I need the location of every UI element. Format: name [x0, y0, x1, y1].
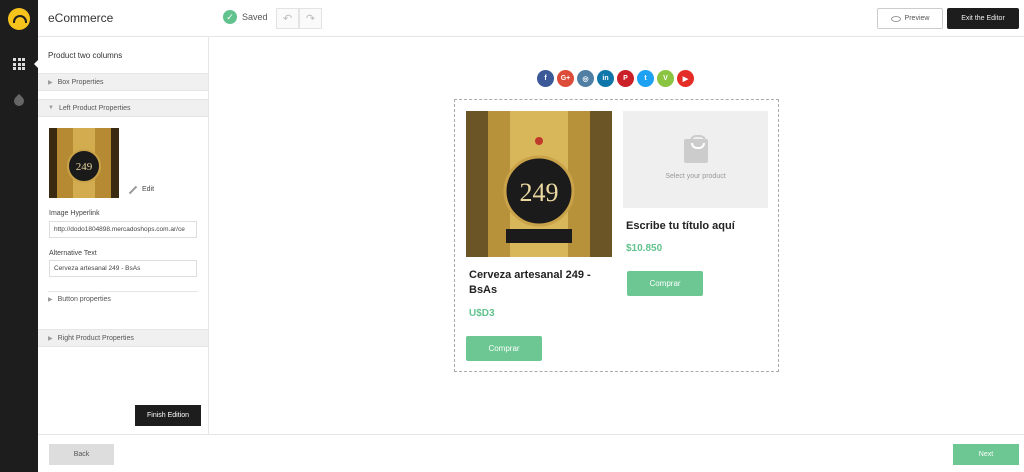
app-title: eCommerce: [48, 11, 114, 25]
edit-label: Edit: [142, 186, 155, 193]
caret-right-icon: ▶: [48, 79, 53, 86]
instagram-icon[interactable]: ◎: [577, 70, 594, 87]
history-controls: ↶ ↷: [276, 8, 322, 29]
next-button[interactable]: Next: [953, 444, 1019, 465]
twitter-icon[interactable]: t: [637, 70, 654, 87]
product-two-columns-block[interactable]: 249 Select your product Cerveza artesana…: [454, 99, 779, 372]
youtube-icon[interactable]: ▶: [677, 70, 694, 87]
product-thumbnail[interactable]: 249: [49, 128, 119, 198]
image-hyperlink-input[interactable]: http://dodo1804898.mercadoshops.com.ar/c…: [49, 221, 197, 238]
left-product-title[interactable]: Cerveza artesanal 249 - BsAs: [469, 268, 609, 298]
caret-down-icon: ▼: [48, 105, 54, 111]
top-bar: eCommerce ✓ Saved ↶ ↷ Preview Exit the E…: [38, 0, 1024, 37]
bottom-bar: Back Next: [38, 434, 1024, 472]
placeholder-text: Select your product: [665, 173, 726, 180]
alt-text-input[interactable]: Cerveza artesanal 249 - BsAs: [49, 260, 197, 277]
caret-right-icon: ▶: [48, 335, 53, 342]
preview-label: Preview: [904, 15, 930, 22]
edit-image-button[interactable]: Edit: [128, 185, 155, 194]
left-buy-button[interactable]: Comprar: [466, 336, 542, 361]
pinterest-icon[interactable]: P: [617, 70, 634, 87]
exit-editor-button[interactable]: Exit the Editor: [947, 8, 1019, 29]
check-icon: ✓: [223, 10, 237, 24]
left-product-properties-section[interactable]: ▼ Left Product Properties: [38, 99, 208, 117]
alt-text-label: Alternative Text: [49, 250, 97, 257]
app-logo[interactable]: [8, 8, 30, 30]
right-buy-button[interactable]: Comprar: [627, 271, 703, 296]
paint-drop-icon[interactable]: [11, 93, 27, 109]
properties-panel: Product two columns ▶ Box Properties ▼ L…: [38, 37, 209, 434]
right-product-price[interactable]: $10.850: [626, 243, 662, 254]
back-button[interactable]: Back: [49, 444, 114, 465]
finish-edition-button[interactable]: Finish Edition: [135, 405, 201, 426]
button-properties-section[interactable]: ▶ Button properties: [48, 291, 198, 307]
pencil-icon: [128, 185, 138, 194]
box-properties-label: Box Properties: [57, 78, 104, 86]
undo-icon[interactable]: ↶: [276, 8, 299, 29]
vine-icon[interactable]: V: [657, 70, 674, 87]
left-product-properties-label: Left Product Properties: [58, 104, 131, 112]
apps-grid-icon[interactable]: [13, 58, 25, 70]
preview-button[interactable]: Preview: [877, 8, 943, 29]
button-properties-label: Button properties: [57, 296, 111, 303]
right-product-properties-section[interactable]: ▶ Right Product Properties: [38, 329, 208, 347]
redo-icon[interactable]: ↷: [299, 8, 322, 29]
facebook-icon[interactable]: f: [537, 70, 554, 87]
saved-label: Saved: [242, 12, 268, 22]
left-product-image[interactable]: 249: [466, 111, 612, 257]
left-product-price[interactable]: U$D3: [469, 308, 495, 319]
svg-text:249: 249: [76, 161, 93, 173]
svg-text:249: 249: [520, 178, 559, 207]
panel-title: Product two columns: [48, 51, 123, 60]
linkedin-icon[interactable]: in: [597, 70, 614, 87]
image-hyperlink-label: Image Hyperlink: [49, 210, 100, 217]
google-plus-icon[interactable]: G+: [557, 70, 574, 87]
saved-status: ✓ Saved: [223, 10, 268, 24]
eye-icon: [890, 15, 901, 22]
right-product-placeholder[interactable]: Select your product: [623, 111, 768, 208]
left-rail: [0, 0, 39, 472]
right-product-title[interactable]: Escribe tu título aquí: [626, 219, 766, 234]
right-product-properties-label: Right Product Properties: [57, 334, 134, 342]
social-icons-row: f G+ ◎ in Pt V ▶: [537, 70, 694, 87]
shopping-bag-icon: [683, 135, 708, 163]
box-properties-section[interactable]: ▶ Box Properties: [38, 73, 208, 91]
caret-right-icon: ▶: [48, 297, 53, 303]
